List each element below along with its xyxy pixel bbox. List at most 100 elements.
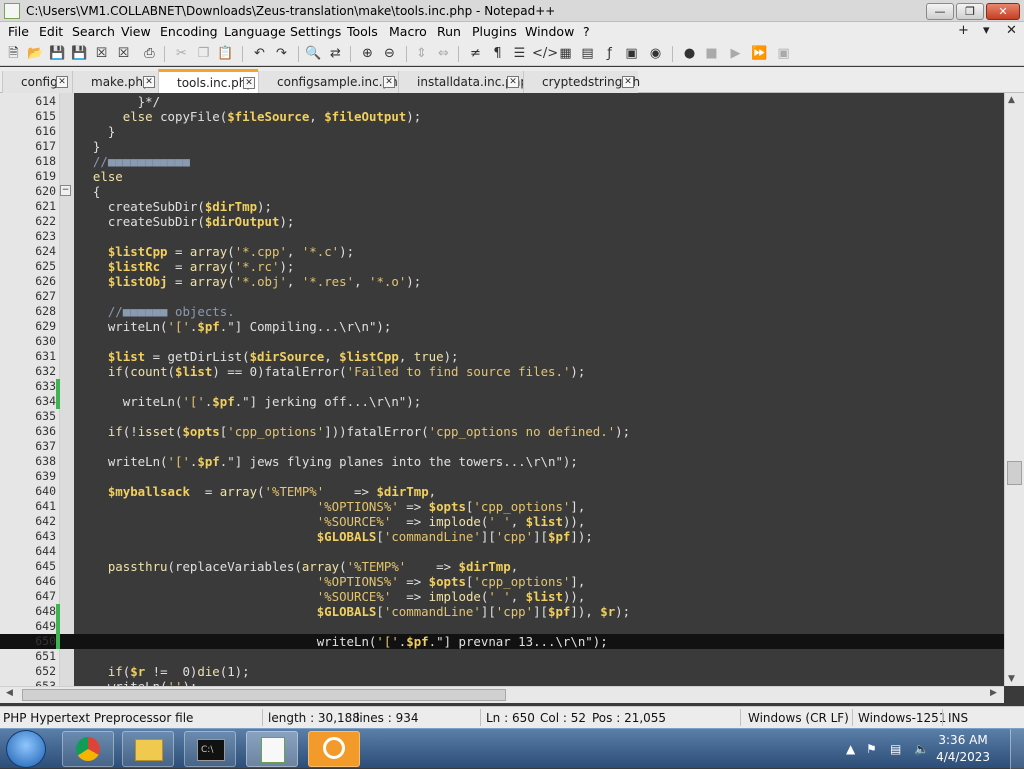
chrome-taskbar-button[interactable] (62, 731, 114, 767)
tab-close-icon[interactable]: ✕ (143, 76, 155, 88)
tab-list-icon[interactable]: ▾ (983, 23, 990, 38)
close-file-icon[interactable]: ☒ (92, 44, 111, 63)
code-text[interactable]: $listCpp = array('*.cpp', '*.c'); (78, 244, 354, 259)
undo-icon[interactable]: ↶ (250, 44, 269, 63)
save-all-icon[interactable]: 💾 (70, 44, 89, 63)
code-line[interactable]: 634 writeLn('['.$pf."] jerking off...\r\… (0, 394, 1004, 409)
code-text[interactable]: writeLn('['.$pf."] prevnar 13...\r\n"); (78, 634, 608, 649)
code-text[interactable]: } (78, 124, 115, 139)
tab-installdata-inc-php[interactable]: installdata.inc.php ✕ (398, 71, 528, 93)
code-line[interactable]: 648 $GLOBALS['commandLine']['cpp'][$pf])… (0, 604, 1004, 619)
redo-icon[interactable]: ↷ (272, 44, 291, 63)
status-encoding[interactable]: Windows-1251 (858, 711, 946, 725)
code-line[interactable]: 632 if(count($list) == 0)fatalError('Fai… (0, 364, 1004, 379)
find-icon[interactable]: 🔍 (304, 44, 323, 63)
code-text[interactable]: //■■■■■■ objects. (78, 304, 235, 319)
document-map-icon[interactable]: ▦ (556, 44, 575, 63)
tab-make-php[interactable]: make.php ✕ (72, 71, 158, 93)
code-text[interactable]: $listObj = array('*.obj', '*.res', '*.o'… (78, 274, 421, 289)
code-text[interactable]: '%OPTIONS%' => $opts['cpp_options'], (78, 499, 586, 514)
menu-help[interactable]: ? (583, 24, 590, 39)
code-text[interactable]: '%SOURCE%' => implode(' ', $list)), (78, 589, 586, 604)
code-line[interactable]: 641 '%OPTIONS%' => $opts['cpp_options'], (0, 499, 1004, 514)
code-text[interactable]: { (78, 184, 100, 199)
code-text[interactable]: } (78, 139, 100, 154)
notepadpp-taskbar-button[interactable] (246, 731, 298, 767)
menu-plugins[interactable]: Plugins (472, 24, 517, 39)
code-text[interactable]: writeLn('['.$pf."] jews flying planes in… (78, 454, 578, 469)
new-file-icon[interactable]: 🗎 (4, 44, 23, 63)
code-text[interactable]: //■■■■■■■■■■■ (78, 154, 190, 169)
horizontal-scroll-thumb[interactable] (22, 689, 506, 701)
tab-close-icon[interactable]: ✕ (243, 77, 255, 89)
code-text[interactable]: if($r != 0)die(1); (78, 664, 250, 679)
code-text[interactable]: createSubDir($dirOutput); (78, 214, 295, 229)
tray-flag-icon[interactable]: ⚑ (866, 742, 877, 756)
code-line[interactable]: 643 $GLOBALS['commandLine']['cpp'][$pf])… (0, 529, 1004, 544)
save-macro-icon[interactable]: ▣ (774, 44, 793, 63)
menu-view[interactable]: View (121, 24, 151, 39)
menu-window[interactable]: Window (525, 24, 574, 39)
new-tab-icon[interactable]: + (958, 23, 969, 38)
tab-close-icon[interactable]: ✕ (507, 76, 519, 88)
scroll-down-icon[interactable]: ▼ (1008, 674, 1015, 684)
code-text[interactable]: if(!isset($opts['cpp_options']))fatalErr… (78, 424, 630, 439)
code-text[interactable]: writeLn(''); (78, 679, 198, 686)
code-line[interactable]: 627 (0, 289, 1004, 304)
function-list-icon[interactable]: ƒ (600, 44, 619, 63)
code-line[interactable]: 652 if($r != 0)die(1); (0, 664, 1004, 679)
code-text[interactable]: passthru(replaceVariables(array('%TEMP%'… (78, 559, 518, 574)
code-line[interactable]: 629 writeLn('['.$pf."] Compiling...\r\n"… (0, 319, 1004, 334)
code-line[interactable]: 635 (0, 409, 1004, 424)
code-line[interactable]: 640 $myballsack = array('%TEMP%' => $dir… (0, 484, 1004, 499)
menu-encoding[interactable]: Encoding (160, 24, 218, 39)
sync-vertical-icon[interactable]: ⇕ (412, 44, 431, 63)
record-macro-icon[interactable]: ● (680, 44, 699, 63)
code-text[interactable]: else (78, 169, 123, 184)
code-line[interactable]: 625 $listRc = array('*.rc'); (0, 259, 1004, 274)
code-text[interactable]: $myballsack = array('%TEMP%' => $dirTmp, (78, 484, 436, 499)
vertical-scroll-thumb[interactable] (1007, 461, 1022, 485)
code-line[interactable]: 615 else copyFile($fileSource, $fileOutp… (0, 109, 1004, 124)
scroll-up-icon[interactable]: ▲ (1008, 95, 1015, 105)
play-macro-icon[interactable]: ▶ (726, 44, 745, 63)
code-line[interactable]: 638 writeLn('['.$pf."] jews flying plane… (0, 454, 1004, 469)
system-clock[interactable]: 3:36 AM 4/4/2023 (936, 733, 990, 764)
code-line[interactable]: 650 writeLn('['.$pf."] prevnar 13...\r\n… (0, 634, 1004, 649)
menu-edit[interactable]: Edit (39, 24, 63, 39)
start-button[interactable] (6, 730, 46, 768)
menu-search[interactable]: Search (72, 24, 115, 39)
code-line[interactable]: 636 if(!isset($opts['cpp_options']))fata… (0, 424, 1004, 439)
code-line[interactable]: 630 (0, 334, 1004, 349)
tab-close-icon[interactable]: ✕ (383, 76, 395, 88)
code-text[interactable]: $list = getDirList($dirSource, $listCpp,… (78, 349, 459, 364)
menu-language[interactable]: Language (224, 24, 286, 39)
explorer-taskbar-button[interactable] (122, 731, 174, 767)
code-line[interactable]: 621 createSubDir($dirTmp); (0, 199, 1004, 214)
code-line[interactable]: 614 }*/ (0, 94, 1004, 109)
close-all-icon[interactable]: ☒ (114, 44, 133, 63)
code-line[interactable]: 647 '%SOURCE%' => implode(' ', $list)), (0, 589, 1004, 604)
scroll-left-icon[interactable]: ◀ (6, 688, 13, 698)
menu-macro[interactable]: Macro (389, 24, 427, 39)
cut-icon[interactable]: ✂ (172, 44, 191, 63)
scroll-right-icon[interactable]: ▶ (990, 688, 997, 698)
vertical-scrollbar[interactable]: ▲ ▼ (1004, 93, 1024, 686)
doc-list-icon[interactable]: ▤ (578, 44, 597, 63)
tab-close-icon[interactable]: ✕ (622, 76, 634, 88)
tab-cryptedstrings-h[interactable]: cryptedstrings.h ✕ (523, 71, 640, 93)
code-line[interactable]: 618 //■■■■■■■■■■■ (0, 154, 1004, 169)
code-text[interactable]: createSubDir($dirTmp); (78, 199, 272, 214)
code-text[interactable]: $GLOBALS['commandLine']['cpp'][$pf]); (78, 529, 593, 544)
code-line[interactable]: 616 } (0, 124, 1004, 139)
code-line[interactable]: 651 (0, 649, 1004, 664)
close-doc-icon[interactable]: ✕ (1006, 23, 1017, 38)
code-line[interactable]: 642 '%SOURCE%' => implode(' ', $list)), (0, 514, 1004, 529)
maximize-button[interactable]: ❐ (956, 3, 984, 20)
code-text[interactable]: if(count($list) == 0)fatalError('Failed … (78, 364, 585, 379)
minimize-button[interactable]: — (926, 3, 954, 20)
run-macro-multiple-icon[interactable]: ⏩ (750, 44, 769, 63)
cmd-taskbar-button[interactable]: C:\ (184, 731, 236, 767)
copy-icon[interactable]: ❐ (194, 44, 213, 63)
code-line[interactable]: 645 passthru(replaceVariables(array('%TE… (0, 559, 1004, 574)
